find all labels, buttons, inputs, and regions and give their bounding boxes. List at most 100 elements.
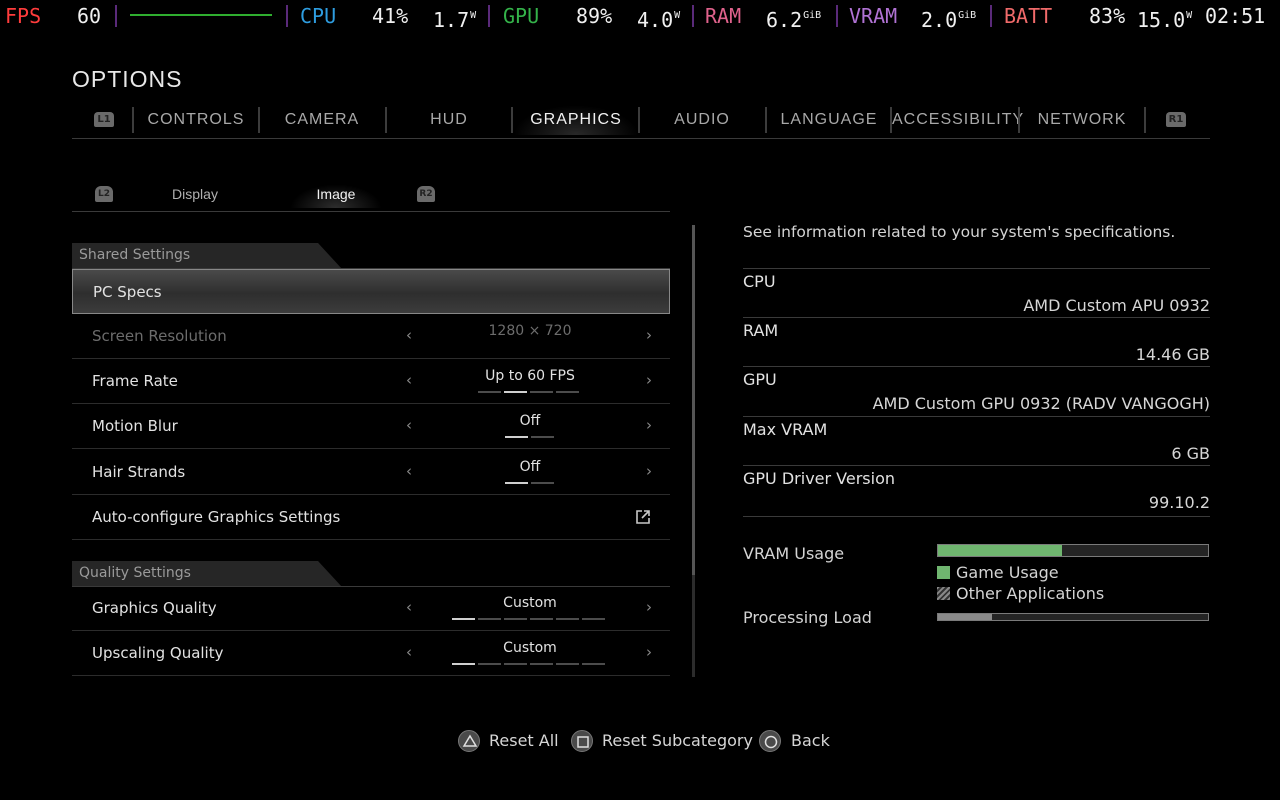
spec-key: Max VRAM xyxy=(743,420,828,439)
external-link-icon[interactable] xyxy=(635,509,651,525)
legend-game-usage: Game Usage xyxy=(937,563,1059,582)
level-pip xyxy=(478,391,501,393)
chevron-right-icon[interactable]: › xyxy=(646,326,652,344)
tab-controls[interactable]: CONTROLS xyxy=(134,105,258,135)
level-pip xyxy=(556,391,579,393)
setting-row-screen-resolution[interactable]: Screen Resolution ‹ 1280 × 720 › xyxy=(72,314,670,359)
level-pip xyxy=(530,663,553,665)
setting-value: Custom xyxy=(503,640,557,656)
tab-accessibility[interactable]: ACCESSIBILITY xyxy=(892,105,1023,135)
circle-button-icon xyxy=(759,730,781,752)
r1-button-icon[interactable]: R1 xyxy=(1166,112,1186,127)
gpu-power: 4.0W xyxy=(637,8,681,32)
subtab-display[interactable]: Display xyxy=(150,184,240,208)
vram-usage-label: VRAM Usage xyxy=(743,544,845,563)
chevron-left-icon[interactable]: ‹ xyxy=(406,643,412,661)
spec-value: 99.10.2 xyxy=(1148,493,1210,512)
spec-key: CPU xyxy=(743,272,776,291)
reset-subcategory-label: Reset Subcategory xyxy=(602,731,753,750)
chevron-left-icon[interactable]: ‹ xyxy=(406,416,412,434)
level-pip xyxy=(504,663,527,665)
setting-label: Upscaling Quality xyxy=(92,644,224,662)
setting-row-upscaling-quality[interactable]: Upscaling Quality ‹ Custom › xyxy=(72,631,670,676)
tab-hud[interactable]: HUD xyxy=(387,105,511,135)
level-pip xyxy=(504,391,527,393)
page-title: OPTIONS xyxy=(72,66,183,92)
setting-value: Custom xyxy=(503,595,557,611)
vram-value: 2.0GiB xyxy=(921,8,977,32)
setting-row-hair-strands[interactable]: Hair Strands ‹ Off › xyxy=(72,450,670,495)
setting-row-motion-blur[interactable]: Motion Blur ‹ Off › xyxy=(72,404,670,449)
setting-label: Frame Rate xyxy=(92,372,178,390)
spec-value: AMD Custom APU 0932 xyxy=(1023,296,1210,315)
overlay-divider xyxy=(990,5,992,27)
tab-language[interactable]: LANGUAGE xyxy=(767,105,891,135)
chevron-right-icon[interactable]: › xyxy=(646,598,652,616)
battery-power: 15.0W xyxy=(1137,8,1193,32)
performance-overlay: FPS 60 CPU 41% 1.7W GPU 89% 4.0W RAM 6.2… xyxy=(0,0,1280,32)
setting-row-frame-rate[interactable]: Frame Rate ‹ Up to 60 FPS › xyxy=(72,359,670,404)
spec-cpu: CPU AMD Custom APU 0932 xyxy=(743,268,1210,317)
legend-swatch-game xyxy=(937,566,950,579)
level-pip xyxy=(531,482,554,484)
level-pip xyxy=(452,663,475,665)
level-pip xyxy=(504,618,527,620)
level-pip xyxy=(478,663,501,665)
level-pip xyxy=(505,482,528,484)
level-pip xyxy=(505,436,528,438)
tab-camera[interactable]: CAMERA xyxy=(260,105,384,135)
chevron-left-icon[interactable]: ‹ xyxy=(406,326,412,344)
setting-value: Off xyxy=(519,459,541,475)
overlay-divider xyxy=(115,5,117,27)
level-pip xyxy=(531,436,554,438)
spec-ram: RAM 14.46 GB xyxy=(743,317,1210,366)
chevron-left-icon[interactable]: ‹ xyxy=(406,598,412,616)
setting-label: PC Specs xyxy=(93,283,162,301)
chevron-right-icon[interactable]: › xyxy=(646,462,652,480)
scrollbar-thumb[interactable] xyxy=(692,225,695,575)
chevron-right-icon[interactable]: › xyxy=(646,643,652,661)
overlay-divider xyxy=(836,5,838,27)
l1-button-icon[interactable]: L1 xyxy=(94,112,114,127)
chevron-left-icon[interactable]: ‹ xyxy=(406,371,412,389)
processing-load-fill xyxy=(938,614,992,620)
chevron-right-icon[interactable]: › xyxy=(646,371,652,389)
setting-value: Off xyxy=(519,413,541,429)
legend-swatch-other xyxy=(937,587,950,600)
setting-label: Auto-configure Graphics Settings xyxy=(92,508,341,526)
r2-button-icon[interactable]: R2 xyxy=(417,186,435,202)
category-tabs: L1 CONTROLS CAMERA HUD GRAPHICS AUDIO LA… xyxy=(72,105,1210,139)
level-pip xyxy=(556,663,579,665)
spec-key: GPU xyxy=(743,370,777,389)
subtab-image[interactable]: Image xyxy=(290,184,382,208)
fps-value: 60 xyxy=(77,4,102,28)
chevron-left-icon[interactable]: ‹ xyxy=(406,462,412,480)
level-pip xyxy=(582,663,605,665)
tab-graphics[interactable]: GRAPHICS xyxy=(513,105,639,135)
overlay-divider xyxy=(488,5,490,27)
setting-label: Screen Resolution xyxy=(92,327,227,345)
tab-audio[interactable]: AUDIO xyxy=(640,105,764,135)
setting-label: Graphics Quality xyxy=(92,599,217,617)
cpu-power: 1.7W xyxy=(433,8,477,32)
setting-row-pc-specs[interactable]: PC Specs xyxy=(72,269,670,314)
ram-value: 6.2GiB xyxy=(766,8,822,32)
level-pip xyxy=(530,391,553,393)
frametime-graph xyxy=(130,14,272,16)
ram-label: RAM xyxy=(705,4,742,28)
gpu-label: GPU xyxy=(503,4,540,28)
setting-row-graphics-quality[interactable]: Graphics Quality ‹ Custom › xyxy=(72,586,670,631)
battery-label: BATT xyxy=(1004,4,1053,28)
vram-usage-bar xyxy=(937,544,1209,557)
specs-description: See information related to your system's… xyxy=(743,223,1176,241)
cpu-usage: 41% xyxy=(372,4,409,28)
chevron-right-icon[interactable]: › xyxy=(646,416,652,434)
spec-value: 14.46 GB xyxy=(1135,345,1210,364)
tab-network[interactable]: NETWORK xyxy=(1020,105,1144,135)
level-pip xyxy=(478,618,501,620)
setting-row-auto-configure[interactable]: Auto-configure Graphics Settings xyxy=(72,495,670,540)
l2-button-icon[interactable]: L2 xyxy=(95,186,113,202)
section-header-shared: Shared Settings xyxy=(72,243,670,269)
legend-label: Other Applications xyxy=(956,584,1105,603)
level-pip xyxy=(452,618,475,620)
